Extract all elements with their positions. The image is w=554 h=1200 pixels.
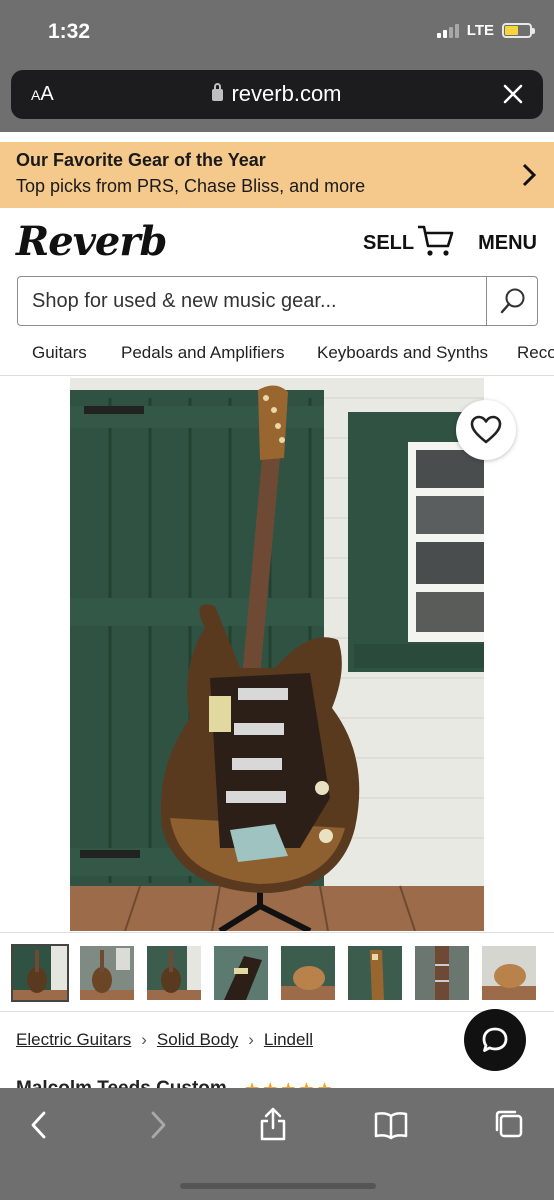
breadcrumb-electric-guitars[interactable]: Electric Guitars [16, 1030, 131, 1049]
search-icon [500, 288, 525, 314]
battery-icon [502, 23, 535, 38]
menu-button[interactable]: MENU [478, 232, 537, 255]
share-icon[interactable] [258, 1106, 288, 1142]
tabs-icon[interactable] [493, 1108, 525, 1140]
chat-bubble-icon [482, 1027, 508, 1052]
thumbnail-8[interactable] [482, 946, 536, 1000]
heart-icon [470, 415, 502, 444]
signal-icon [436, 23, 459, 38]
promo-subtitle: Top picks from PRS, Chase Bliss, and mor… [16, 176, 366, 196]
lock-icon [212, 83, 224, 101]
status-time: 1:32 [48, 20, 91, 43]
thumbnail-6[interactable] [348, 946, 402, 1000]
thumbnail-5[interactable] [281, 946, 335, 1000]
thumbnail-2[interactable] [80, 946, 134, 1000]
promo-title: Our Favorite Gear of the Year [16, 150, 266, 170]
category-recording[interactable]: Reco [517, 343, 554, 363]
product-photo[interactable] [70, 378, 484, 931]
thumbnail-7[interactable] [415, 946, 469, 1000]
category-keyboards-synths[interactable]: Keyboards and Synths [317, 343, 488, 363]
network-label: LTE [466, 22, 494, 39]
category-nav: Guitars Pedals and Amplifiers Keyboards … [0, 338, 554, 376]
url-text: reverb.com [231, 81, 342, 106]
chevron-right-icon: › [141, 1030, 147, 1049]
close-icon[interactable] [501, 82, 525, 106]
breadcrumb: Electric Guitars › Solid Body › Lindell [16, 1030, 313, 1050]
thumbnail-1[interactable] [11, 944, 69, 1002]
forward-icon[interactable] [147, 1110, 169, 1140]
back-icon[interactable] [28, 1110, 50, 1140]
thumbnail-3[interactable] [147, 946, 201, 1000]
home-indicator [180, 1183, 376, 1189]
chevron-right-icon: › [248, 1030, 254, 1049]
breadcrumb-solid-body[interactable]: Solid Body [157, 1030, 238, 1049]
promo-banner[interactable]: Our Favorite Gear of the Year Top picks … [0, 142, 554, 208]
reverb-logo[interactable]: Reverb [16, 218, 167, 265]
category-pedals-amplifiers[interactable]: Pedals and Amplifiers [121, 343, 284, 363]
address-bar[interactable]: AA reverb.com [11, 70, 543, 119]
browser-top-chrome: 1:32 LTE AA reverb.com [0, 0, 554, 132]
chevron-right-icon [522, 163, 537, 187]
thumbnail-4[interactable] [214, 946, 268, 1000]
chat-button[interactable] [464, 1009, 526, 1071]
sell-link[interactable]: SELL [363, 232, 414, 255]
search-input[interactable]: Shop for used & new music gear... [32, 290, 337, 313]
url-display[interactable]: reverb.com [11, 81, 543, 107]
favorite-button[interactable] [456, 400, 516, 460]
cart-icon[interactable] [416, 224, 454, 258]
thumbnail-strip [0, 932, 554, 1012]
breadcrumb-lindell[interactable]: Lindell [264, 1030, 313, 1049]
status-indicators: LTE [436, 22, 535, 39]
search-button[interactable] [486, 277, 537, 325]
bookmarks-icon[interactable] [373, 1110, 409, 1140]
category-guitars[interactable]: Guitars [32, 343, 87, 363]
search-bar[interactable]: Shop for used & new music gear... [17, 276, 538, 326]
